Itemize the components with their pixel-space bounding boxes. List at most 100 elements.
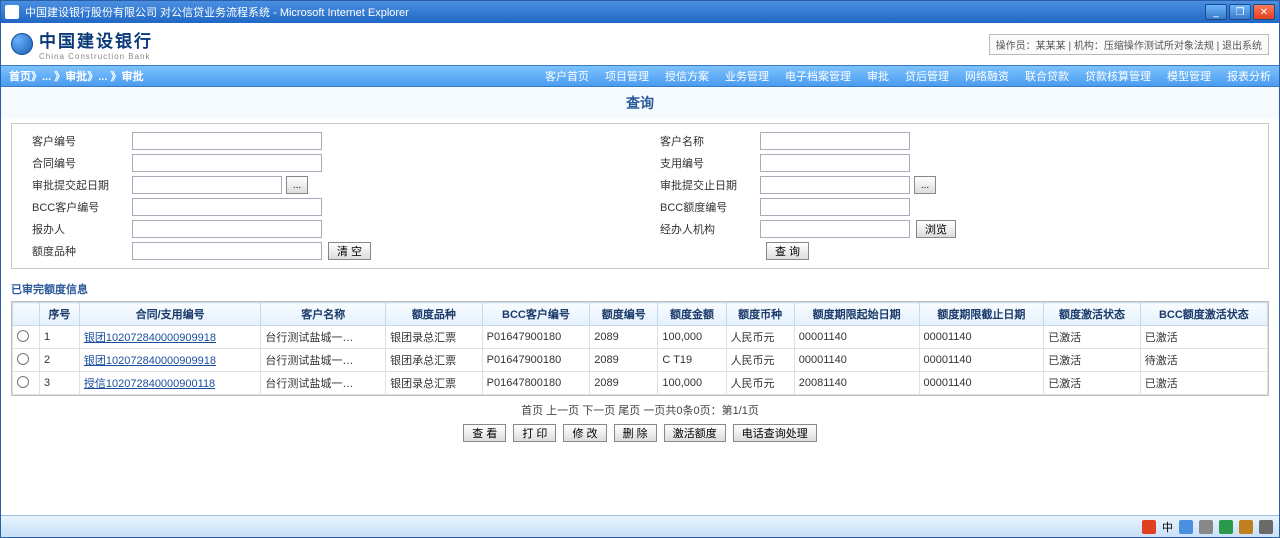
column-header: 合同/支用编号 xyxy=(79,303,261,326)
column-header: 额度金额 xyxy=(658,303,726,326)
input-contract-no[interactable] xyxy=(132,154,322,172)
menu-item[interactable]: 审批 xyxy=(867,68,889,84)
browse-button[interactable]: 浏览 xyxy=(916,220,956,238)
app-icon xyxy=(5,5,19,19)
menu-item[interactable]: 报表分析 xyxy=(1227,68,1271,84)
input-operator[interactable] xyxy=(132,220,322,238)
delete-button[interactable]: 删 除 xyxy=(614,424,657,442)
table-row: 1银团102072840000909918台行测试盐城一…银团录总汇票P0164… xyxy=(13,326,1268,349)
cell: 2 xyxy=(40,349,80,372)
cell: 00001140 xyxy=(919,372,1044,395)
tray-icon[interactable] xyxy=(1259,520,1273,534)
view-button[interactable]: 查 看 xyxy=(463,424,506,442)
header: 中国建设银行 China Construction Bank 操作员：某某某 |… xyxy=(1,23,1279,65)
cell: 已激活 xyxy=(1044,349,1140,372)
label-bcc-cust: BCC客户编号 xyxy=(12,199,132,215)
column-header: 额度期限起始日期 xyxy=(794,303,919,326)
search-form: 客户编号 客户名称 合同编号 支用编号 审批提交起日期... 审批提交止日期..… xyxy=(11,123,1269,269)
cell: P01647900180 xyxy=(482,349,590,372)
menu-item[interactable]: 模型管理 xyxy=(1167,68,1211,84)
cell: 已激活 xyxy=(1044,326,1140,349)
menu-item[interactable]: 网络融资 xyxy=(965,68,1009,84)
label-org: 经办人机构 xyxy=(640,221,760,237)
column-header: BCC额度激活状态 xyxy=(1140,303,1267,326)
cell: 100,000 xyxy=(658,326,726,349)
input-org[interactable] xyxy=(760,220,910,238)
menu-item[interactable]: 联合贷款 xyxy=(1025,68,1069,84)
column-header: 额度期限截止日期 xyxy=(919,303,1044,326)
cell: 00001140 xyxy=(794,326,919,349)
print-button[interactable]: 打 印 xyxy=(513,424,556,442)
bank-name: 中国建设银行 xyxy=(39,27,153,52)
cell[interactable]: 银团102072840000909918 xyxy=(79,326,261,349)
titlebar: 中国建设银行股份有限公司 对公信贷业务流程系统 - Microsoft Inte… xyxy=(1,1,1279,23)
date-to-picker-button[interactable]: ... xyxy=(914,176,936,194)
cell: 3 xyxy=(40,372,80,395)
input-bcc-cust[interactable] xyxy=(132,198,322,216)
label-customer-no: 客户编号 xyxy=(12,133,132,149)
menu-item[interactable]: 项目管理 xyxy=(605,68,649,84)
reset-button[interactable]: 清 空 xyxy=(328,242,371,260)
input-bcc-limit[interactable] xyxy=(760,198,910,216)
column-header: BCC客户编号 xyxy=(482,303,590,326)
menu-item[interactable]: 业务管理 xyxy=(725,68,769,84)
column-header: 额度币种 xyxy=(726,303,794,326)
input-draw-no[interactable] xyxy=(760,154,910,172)
cell: 银团录总汇票 xyxy=(386,326,482,349)
tray-icon[interactable] xyxy=(1219,520,1233,534)
column-header: 额度编号 xyxy=(590,303,658,326)
cell: 已激活 xyxy=(1140,372,1267,395)
maximize-button[interactable]: ❐ xyxy=(1229,4,1251,20)
tray-icon[interactable] xyxy=(1142,520,1156,534)
table-row: 2银团102072840000909918台行测试盐城一…银团承总汇票P0164… xyxy=(13,349,1268,372)
cell: 2089 xyxy=(590,349,658,372)
minimize-button[interactable]: _ xyxy=(1205,4,1227,20)
pager-text: 首页 上一页 下一页 尾页 一页共0条0页：第1/1页 xyxy=(1,398,1279,422)
row-radio[interactable] xyxy=(17,376,29,388)
window-title: 中国建设银行股份有限公司 对公信贷业务流程系统 - Microsoft Inte… xyxy=(25,4,1205,20)
cell: 00001140 xyxy=(919,326,1044,349)
input-customer-name[interactable] xyxy=(760,132,910,150)
cell: P01647900180 xyxy=(482,326,590,349)
cell: 1 xyxy=(40,326,80,349)
change-button[interactable]: 修 改 xyxy=(563,424,606,442)
close-button[interactable]: ✕ xyxy=(1253,4,1275,20)
menu-item[interactable]: 贷后管理 xyxy=(905,68,949,84)
label-limit-type: 额度品种 xyxy=(12,243,132,259)
result-table: 序号合同/支用编号客户名称额度品种BCC客户编号额度编号额度金额额度币种额度期限… xyxy=(11,301,1269,396)
cell: 人民币元 xyxy=(726,349,794,372)
cell: 台行测试盐城一… xyxy=(261,372,386,395)
menu-item[interactable]: 授信方案 xyxy=(665,68,709,84)
tray-icon[interactable] xyxy=(1199,520,1213,534)
tray-text: 中 xyxy=(1162,519,1173,535)
table-row: 3授信102072840000900118台行测试盐城一…银团录总汇票P0164… xyxy=(13,372,1268,395)
cell[interactable]: 授信102072840000900118 xyxy=(79,372,261,395)
input-limit-type[interactable] xyxy=(132,242,322,260)
cell: P01647800180 xyxy=(482,372,590,395)
query-button[interactable]: 查 询 xyxy=(766,242,809,260)
action-buttons: 查 看 打 印 修 改 删 除 激活额度 电话查询处理 xyxy=(1,422,1279,448)
tray: 中 xyxy=(1142,519,1273,535)
input-customer-no[interactable] xyxy=(132,132,322,150)
tray-icon[interactable] xyxy=(1179,520,1193,534)
statusbar: 中 xyxy=(1,515,1279,537)
label-bcc-limit: BCC额度编号 xyxy=(640,199,760,215)
date-from-picker-button[interactable]: ... xyxy=(286,176,308,194)
bcc-query-button[interactable]: 电话查询处理 xyxy=(733,424,817,442)
menubar: 首页》... 》审批》... 》审批 客户首页项目管理授信方案业务管理电子档案管… xyxy=(1,65,1279,87)
menu-item[interactable]: 客户首页 xyxy=(545,68,589,84)
row-radio[interactable] xyxy=(17,353,29,365)
row-radio[interactable] xyxy=(17,330,29,342)
menu-item[interactable]: 电子档案管理 xyxy=(785,68,851,84)
activate-button[interactable]: 激活额度 xyxy=(664,424,726,442)
breadcrumb: 首页》... 》审批》... 》审批 xyxy=(9,68,143,84)
section-title: 查询 xyxy=(1,87,1279,119)
tray-icon[interactable] xyxy=(1239,520,1253,534)
cell: 20081140 xyxy=(794,372,919,395)
menu-item[interactable]: 贷款核算管理 xyxy=(1085,68,1151,84)
input-date-from[interactable] xyxy=(132,176,282,194)
column-header: 额度品种 xyxy=(386,303,482,326)
cell[interactable]: 银团102072840000909918 xyxy=(79,349,261,372)
input-date-to[interactable] xyxy=(760,176,910,194)
cell: 100,000 xyxy=(658,372,726,395)
